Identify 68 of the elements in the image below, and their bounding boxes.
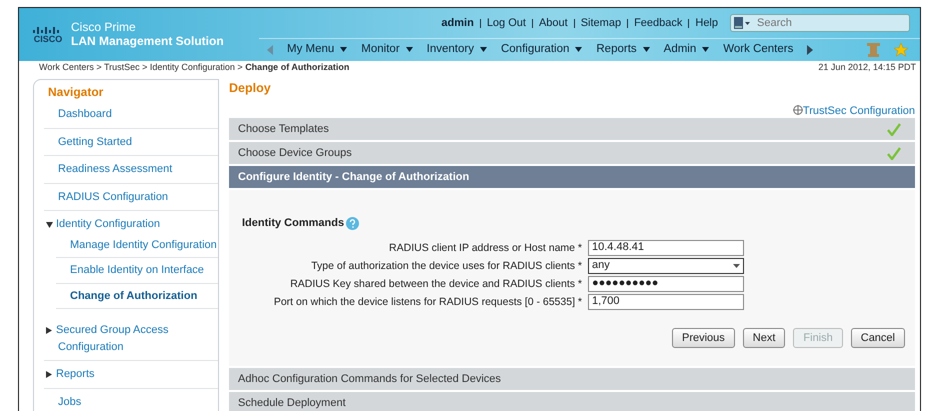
input-field[interactable]: ●●●●●●●●●● xyxy=(588,276,744,292)
check-icon xyxy=(887,122,901,136)
expanded-triangle-icon xyxy=(46,222,53,228)
header-link[interactable]: Help xyxy=(695,14,718,32)
navigator-item[interactable]: Identity Configuration xyxy=(44,211,218,232)
navigator-title: Navigator xyxy=(48,84,104,101)
header-link[interactable]: Log Out xyxy=(486,14,526,32)
product-title: LAN Management Solution xyxy=(71,34,224,48)
navigator-item[interactable]: Jobs xyxy=(44,388,218,411)
wizard-step[interactable]: Adhoc Configuration Commands for Selected Devices xyxy=(229,368,915,390)
user-name: admin xyxy=(441,16,474,31)
navigator-item[interactable]: Readiness Assessment xyxy=(44,156,218,184)
right-arrow-icon[interactable] xyxy=(807,45,814,55)
caret-icon xyxy=(575,46,582,52)
caret-icon xyxy=(702,46,710,52)
header-link[interactable]: Sitemap xyxy=(580,14,622,32)
wizard-button[interactable]: Previous xyxy=(672,328,735,348)
caret-icon xyxy=(406,46,413,52)
wizard-button[interactable]: Next xyxy=(742,328,786,348)
navigator-item[interactable]: RADIUS Configuration xyxy=(44,184,218,211)
wizard-button[interactable]: Cancel xyxy=(850,328,905,348)
navigator-item[interactable]: Getting Started xyxy=(44,128,218,156)
field-label: RADIUS client IP address or Host name * xyxy=(388,240,582,256)
crosshair-icon xyxy=(792,105,803,115)
header-link[interactable]: About xyxy=(538,14,568,32)
star-icon[interactable] xyxy=(894,43,908,57)
dropdown-caret-icon xyxy=(733,264,740,268)
caret-icon xyxy=(340,46,348,52)
search-field[interactable]: Search xyxy=(730,14,910,32)
left-arrow-icon[interactable] xyxy=(267,45,273,55)
field-label: RADIUS Key shared between the device and RADIUS clients * xyxy=(289,276,582,292)
caret-icon xyxy=(642,46,650,52)
section-title: Identity Commands xyxy=(242,216,344,231)
navigator-subitem[interactable]: Manage Identity Configuration xyxy=(56,232,218,258)
logo-text: CISCO xyxy=(34,34,62,44)
header-link[interactable]: Feedback xyxy=(634,14,682,32)
help-icon[interactable] xyxy=(346,216,360,230)
input-field[interactable]: 1,700 xyxy=(588,294,744,310)
field-label: Type of authorization the device uses for RADIUS clients * xyxy=(310,258,582,274)
breadcrumb: Work Centers > TrustSec > Identity Configuration > Change of Authorization xyxy=(39,61,350,74)
check-icon xyxy=(887,146,901,160)
collapsed-triangle-icon xyxy=(46,371,52,378)
menu-item[interactable]: My Menu xyxy=(287,41,348,59)
collapsed-triangle-icon xyxy=(46,327,52,334)
product-name: Cisco Prime xyxy=(71,21,137,34)
navigator-subitem[interactable]: Change of Authorization xyxy=(56,284,218,309)
page-title: Deploy xyxy=(229,80,272,97)
navigator-item[interactable]: Reports xyxy=(44,361,218,388)
wizard-step[interactable]: Choose Device Groups xyxy=(229,142,915,164)
caret-icon xyxy=(480,46,487,52)
menu-item[interactable]: Reports xyxy=(596,41,650,59)
navigator-item[interactable]: Dashboard xyxy=(44,101,218,128)
trustsec-link[interactable]: TrustSec Configuration xyxy=(792,105,915,117)
field-label: Port on which the device listens for RADIUS requests [0 - 65535] * xyxy=(272,294,582,310)
menu-item[interactable]: Work Centers xyxy=(723,41,794,59)
timestamp: 21 Jun 2012, 14:15 PDT xyxy=(818,61,916,74)
dropdown-field[interactable]: any xyxy=(588,258,744,274)
menu-item[interactable]: Monitor xyxy=(361,41,413,59)
wizard-step[interactable]: Configure Identity - Change of Authorization xyxy=(229,166,915,188)
pillar-icon[interactable] xyxy=(867,43,880,57)
menu-item[interactable]: Admin xyxy=(664,41,710,59)
wizard-step[interactable]: Choose Templates xyxy=(229,118,915,140)
navigator-item[interactable]: Secured Group Access Configuration xyxy=(44,317,218,361)
input-field[interactable]: 10.4.48.41 xyxy=(588,240,744,256)
menu-item[interactable]: Configuration xyxy=(500,41,582,59)
wizard-step[interactable]: Schedule Deployment xyxy=(229,392,915,411)
navigator-subitem[interactable]: Enable Identity on Interface xyxy=(56,258,218,284)
menu-item[interactable]: Inventory xyxy=(426,41,487,59)
